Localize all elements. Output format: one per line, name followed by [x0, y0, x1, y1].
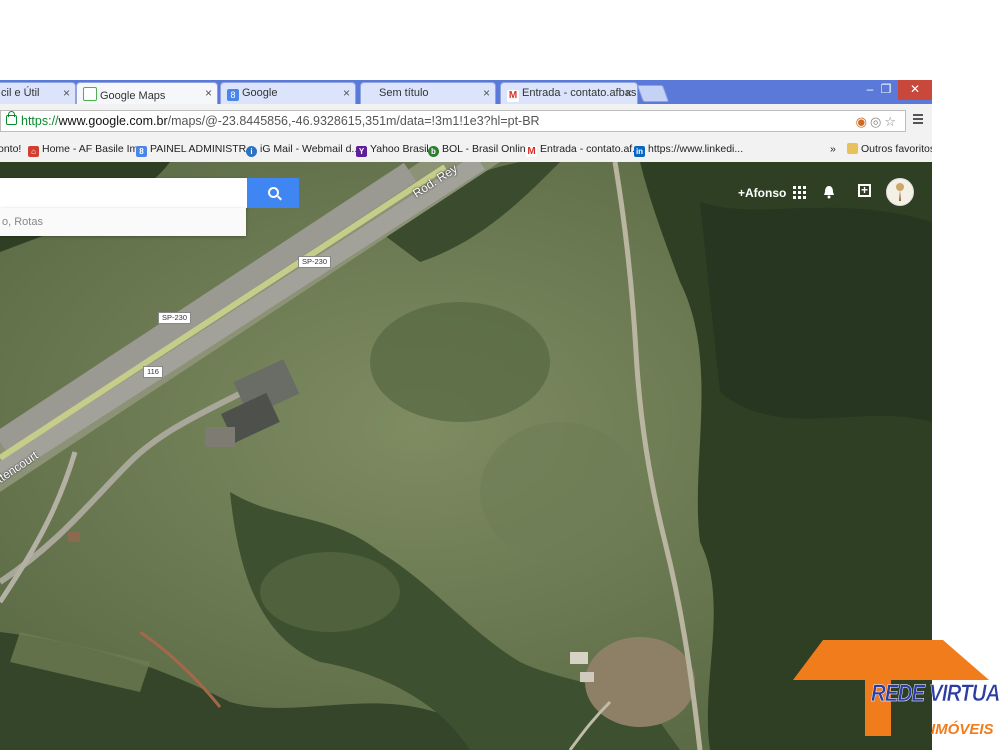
notifications-bell-icon[interactable] — [823, 185, 835, 199]
search-icon — [268, 187, 279, 198]
search-extension-icon[interactable]: ◉ — [856, 114, 870, 129]
bookmark-label: Entrada - contato.af... — [540, 143, 641, 155]
tab-label: Google Maps — [100, 90, 166, 102]
forest-area — [700, 202, 932, 422]
close-icon[interactable]: × — [63, 86, 70, 100]
bookmark-label: Home - AF Basile Im... — [42, 143, 148, 155]
gmail-icon: M — [507, 90, 519, 102]
toolbar: https://www.google.com.br/maps/@-23.8445… — [0, 104, 932, 139]
location-icon[interactable]: ◎ — [870, 114, 884, 129]
highway-shield: 116 — [143, 366, 163, 378]
bookmark-label: PAINEL ADMINISTR... — [150, 143, 256, 155]
bookmark-label: Yahoo Brasil — [370, 143, 429, 155]
url-path: /maps/@-23.8445856,-46.9328615,351m/data… — [167, 114, 540, 128]
search-suggestion[interactable]: o, Rotas — [0, 208, 246, 236]
bookmark-label: https://www.linkedi... — [648, 143, 744, 155]
tab-google-maps[interactable]: Google Maps × — [76, 82, 218, 104]
bookmark-item[interactable]: M Entrada - contato.af... — [526, 143, 641, 157]
clearing — [585, 637, 695, 727]
bookmarks-bar: onto! ⌂ Home - AF Basile Im... 8 PAINEL AD… — [0, 138, 932, 163]
tab-label: Google — [242, 87, 278, 99]
bookmark-item[interactable]: ⌂ Home - AF Basile Im... — [28, 143, 147, 157]
linkedin-icon: in — [634, 146, 645, 157]
tab-1[interactable]: cil e Útil × — [0, 82, 76, 104]
bookmark-item[interactable]: Y Yahoo Brasil — [356, 143, 429, 157]
restore-button[interactable]: ❐ — [874, 80, 898, 100]
bookmark-item[interactable]: onto! — [0, 143, 21, 155]
tab-strip: cil e Útil × Google Maps × 8 Google × Sem… — [0, 80, 932, 104]
watermark-subtitle: IMÓVEIS — [931, 721, 994, 738]
search-button[interactable] — [247, 178, 299, 208]
bookmark-item[interactable]: b BOL - Brasil Online — [428, 143, 531, 157]
building — [205, 427, 235, 447]
close-window-button[interactable]: ✕ — [898, 80, 932, 100]
home-icon: ⌂ — [28, 146, 39, 157]
star-icon[interactable]: ☆ — [884, 114, 899, 129]
doc-icon: 8 — [136, 146, 147, 157]
tab-google[interactable]: 8 Google × — [220, 82, 356, 104]
tab-label: cil e Útil — [1, 87, 40, 99]
building — [570, 652, 588, 664]
bookmark-label: Outros favoritos — [861, 143, 932, 155]
highway-shield: SP-230 — [158, 312, 192, 324]
bol-icon: b — [428, 146, 439, 157]
close-icon[interactable]: × — [343, 86, 350, 100]
close-icon[interactable]: × — [483, 86, 490, 100]
google-favicon-icon: 8 — [227, 89, 239, 101]
folder-icon — [847, 143, 858, 154]
apps-grid-icon[interactable] — [793, 186, 807, 200]
user-profile-link[interactable]: +Afonso — [738, 186, 786, 200]
other-bookmarks-folder[interactable]: Outros favoritos — [847, 143, 932, 155]
new-tab-button[interactable] — [636, 85, 670, 102]
yahoo-icon: Y — [356, 146, 367, 157]
url-host: www.google.com.br — [58, 114, 168, 128]
watermark-brand: REDE VIRTUA — [871, 680, 1000, 708]
share-plus-icon[interactable]: + — [858, 184, 871, 197]
bookmark-item[interactable]: i iG Mail - Webmail d... — [246, 143, 360, 157]
maps-favicon-icon — [83, 87, 97, 101]
lock-icon — [6, 111, 17, 125]
building — [580, 672, 594, 682]
url-scheme: https:// — [21, 114, 59, 128]
maps-search-input[interactable] — [0, 178, 247, 208]
tab-gmail[interactable]: M Entrada - contato.afbasile × — [500, 82, 638, 104]
address-bar[interactable]: https://www.google.com.br/maps/@-23.8445… — [0, 110, 906, 132]
tab-label: Sem título — [379, 87, 429, 99]
avatar[interactable] — [886, 178, 914, 206]
omnibox-icons: ◉◎☆ — [856, 112, 899, 132]
gmail-icon: M — [526, 146, 537, 157]
tab-sem-titulo[interactable]: Sem título × — [360, 82, 496, 104]
bookmarks-overflow-button[interactable]: » — [830, 143, 836, 155]
bookmark-label: iG Mail - Webmail d... — [260, 143, 361, 155]
building — [68, 532, 80, 542]
ig-icon: i — [246, 146, 257, 157]
bookmark-item[interactable]: 8 PAINEL ADMINISTR... — [136, 143, 255, 157]
close-icon[interactable]: × — [205, 86, 212, 100]
close-icon[interactable]: × — [625, 86, 632, 100]
bookmark-item[interactable]: in https://www.linkedi... — [634, 143, 743, 157]
watermark-logo: REDE VIRTUA IMÓVEIS — [793, 638, 1000, 750]
highway-shield: SP-230 — [298, 256, 332, 268]
tab-label: Entrada - contato.afbasile — [522, 87, 638, 99]
avatar-image — [896, 183, 904, 201]
bookmark-label: onto! — [0, 143, 22, 155]
bookmark-label: BOL - Brasil Online — [442, 143, 532, 155]
menu-icon[interactable] — [913, 114, 923, 126]
